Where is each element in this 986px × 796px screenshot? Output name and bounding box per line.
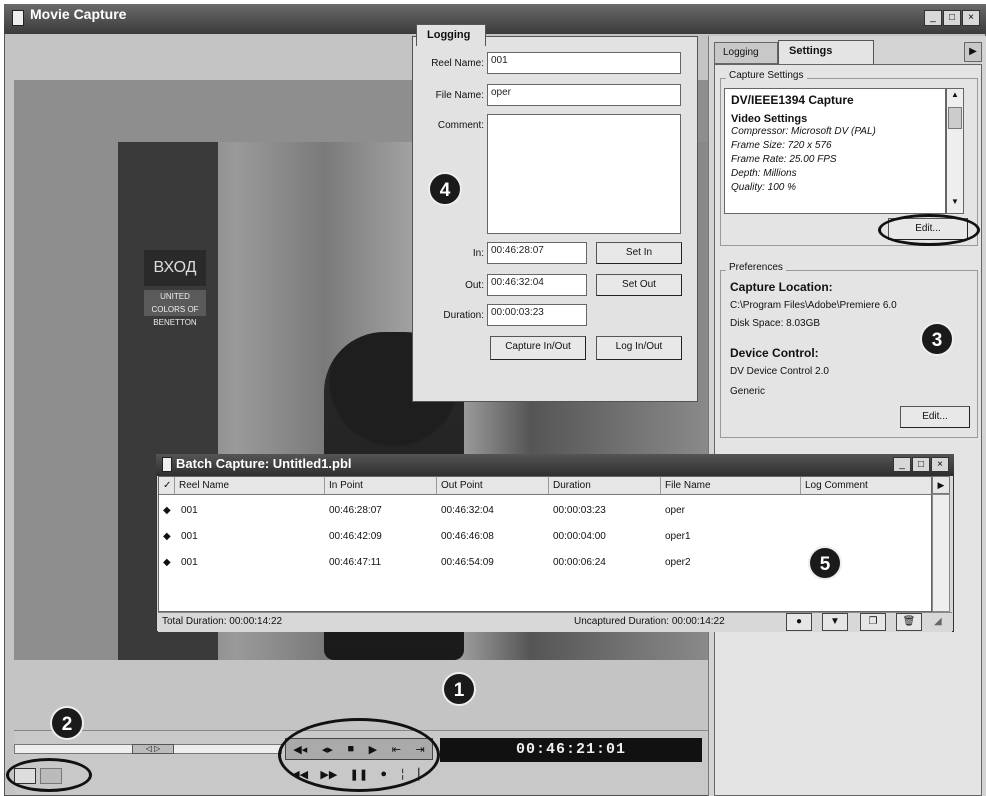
depth-line: Depth: Millions: [731, 168, 797, 179]
table-cell-file[interactable]: oper1: [665, 531, 691, 542]
close-button[interactable]: ×: [962, 10, 980, 26]
tab-logging-floating[interactable]: Logging: [416, 24, 486, 46]
video-settings-heading: Video Settings: [731, 113, 808, 125]
callout-badge-2: 2: [50, 706, 84, 740]
table-cell-duration[interactable]: 00:00:03:23: [553, 505, 606, 516]
exit-sign: ВХОД: [144, 250, 206, 286]
table-cell-reel[interactable]: 001: [181, 505, 198, 516]
capture-record-icon[interactable]: ●: [786, 613, 812, 631]
device-control-name: DV Device Control 2.0: [730, 366, 829, 377]
scroll-thumb[interactable]: [948, 107, 962, 129]
file-name-field[interactable]: oper: [487, 84, 681, 106]
table-cell-duration[interactable]: 00:00:04:00: [553, 531, 606, 542]
edit-device-control-button[interactable]: Edit...: [900, 406, 970, 428]
table-cell-reel[interactable]: 001: [181, 531, 198, 542]
table-cell-in[interactable]: 00:46:28:07: [329, 505, 382, 516]
disk-space: Disk Space: 8.03GB: [730, 318, 821, 329]
callout-badge-3: 3: [920, 322, 954, 356]
capture-in-out-button[interactable]: Capture In/Out: [490, 336, 586, 360]
in-label: In:: [472, 248, 484, 259]
annotation-oval-transport: [278, 718, 440, 792]
maximize-button[interactable]: □: [943, 10, 961, 26]
resize-grip-icon[interactable]: ◢: [934, 616, 948, 630]
capture-location-heading: Capture Location:: [730, 280, 833, 294]
device-generic: Generic: [730, 386, 766, 397]
settings-scrollbar[interactable]: ▲ ▼: [946, 88, 964, 214]
frame-rate-line: Frame Rate: 25.00 FPS: [731, 154, 837, 165]
frame-size-line: Frame Size: 720 x 576: [731, 140, 832, 151]
batch-scroll-arrow-icon[interactable]: ▶: [932, 476, 950, 494]
batch-window-icon: [162, 457, 172, 472]
annotation-oval-bottom-left: [6, 758, 92, 792]
new-entry-icon[interactable]: ❐: [860, 613, 886, 631]
in-point-field[interactable]: 00:46:28:07: [487, 242, 587, 264]
store-sign: UNITED COLORS OF BENETTON: [144, 290, 206, 327]
file-name-label: File Name:: [435, 90, 484, 101]
column-header-check[interactable]: ✓: [159, 477, 175, 495]
table-cell-duration[interactable]: 00:00:06:24: [553, 557, 606, 568]
table-cell-file[interactable]: oper2: [665, 557, 691, 568]
callout-badge-5: 5: [808, 546, 842, 580]
set-in-button[interactable]: Set In: [596, 242, 682, 264]
column-header-duration[interactable]: Duration: [549, 477, 661, 495]
scroll-down-icon[interactable]: ▼: [948, 197, 962, 211]
minimize-button[interactable]: _: [924, 10, 942, 26]
table-cell-in[interactable]: 00:46:47:11: [329, 557, 381, 568]
reel-name-label: Reel Name:: [431, 58, 484, 69]
table-cell-out[interactable]: 00:46:54:09: [441, 557, 494, 568]
row-marker-icon: ◆: [163, 557, 171, 568]
batch-minimize-button[interactable]: _: [893, 457, 911, 472]
annotation-oval-edit: [878, 214, 980, 246]
title-bar: [4, 4, 986, 34]
duration-label: Duration:: [443, 310, 484, 321]
device-control-heading: Device Control:: [730, 346, 819, 360]
panel-menu-arrow-icon[interactable]: ▶: [964, 42, 982, 62]
preferences-title: Preferences: [726, 262, 786, 273]
log-in-out-button[interactable]: Log In/Out: [596, 336, 682, 360]
window-title: Movie Capture: [30, 6, 127, 22]
callout-badge-4: 4: [428, 172, 462, 206]
total-duration: Total Duration: 00:00:14:22: [162, 616, 283, 627]
capture-location-path: C:\Program Files\Adobe\Premiere 6.0: [730, 300, 897, 311]
capture-type: DV/IEEE1394 Capture: [731, 93, 854, 107]
uncaptured-duration: Uncaptured Duration: 00:00:14:22: [574, 616, 725, 627]
row-marker-icon: ◆: [163, 505, 171, 516]
batch-vertical-scrollbar[interactable]: [932, 494, 950, 612]
scroll-up-icon[interactable]: ▲: [948, 90, 962, 104]
column-header-reel[interactable]: Reel Name: [175, 477, 325, 495]
trash-icon[interactable]: 🗑: [896, 613, 922, 631]
reel-name-field[interactable]: 001: [487, 52, 681, 74]
capture-settings-title: Capture Settings: [726, 70, 807, 81]
table-cell-out[interactable]: 00:46:32:04: [441, 505, 494, 516]
capture-settings-list: DV/IEEE1394 Capture Video Settings Compr…: [724, 88, 946, 214]
column-header-in[interactable]: In Point: [325, 477, 437, 495]
compressor-line: Compressor: Microsoft DV (PAL): [731, 126, 876, 137]
callout-badge-1: 1: [442, 672, 476, 706]
column-header-out[interactable]: Out Point: [437, 477, 549, 495]
timecode-display: 00:46:21:01: [440, 738, 702, 762]
duration-field[interactable]: 00:00:03:23: [487, 304, 587, 326]
table-cell-out[interactable]: 00:46:46:08: [441, 531, 494, 542]
table-cell-reel[interactable]: 001: [181, 557, 198, 568]
set-out-button[interactable]: Set Out: [596, 274, 682, 296]
batch-close-button[interactable]: ×: [931, 457, 949, 472]
tab-logging[interactable]: Logging: [714, 42, 778, 64]
tab-settings[interactable]: Settings: [778, 40, 874, 64]
out-label: Out:: [465, 280, 484, 291]
row-marker-icon: ◆: [163, 531, 171, 542]
filter-icon[interactable]: ▼: [822, 613, 848, 631]
table-cell-file[interactable]: oper: [665, 505, 685, 516]
batch-window-title: Batch Capture: Untitled1.pbl: [176, 456, 352, 471]
column-header-comment[interactable]: Log Comment: [801, 477, 931, 495]
table-cell-in[interactable]: 00:46:42:09: [329, 531, 382, 542]
jog-handle[interactable]: ◁ ▷: [132, 744, 174, 754]
batch-table: ✓ Reel Name In Point Out Point Duration …: [158, 476, 932, 612]
comment-field[interactable]: [487, 114, 681, 234]
column-header-filename[interactable]: File Name: [661, 477, 801, 495]
comment-label: Comment:: [437, 120, 484, 131]
out-point-field[interactable]: 00:46:32:04: [487, 274, 587, 296]
quality-line: Quality: 100 %: [731, 182, 797, 193]
batch-maximize-button[interactable]: □: [912, 457, 930, 472]
window-icon: [12, 10, 24, 26]
